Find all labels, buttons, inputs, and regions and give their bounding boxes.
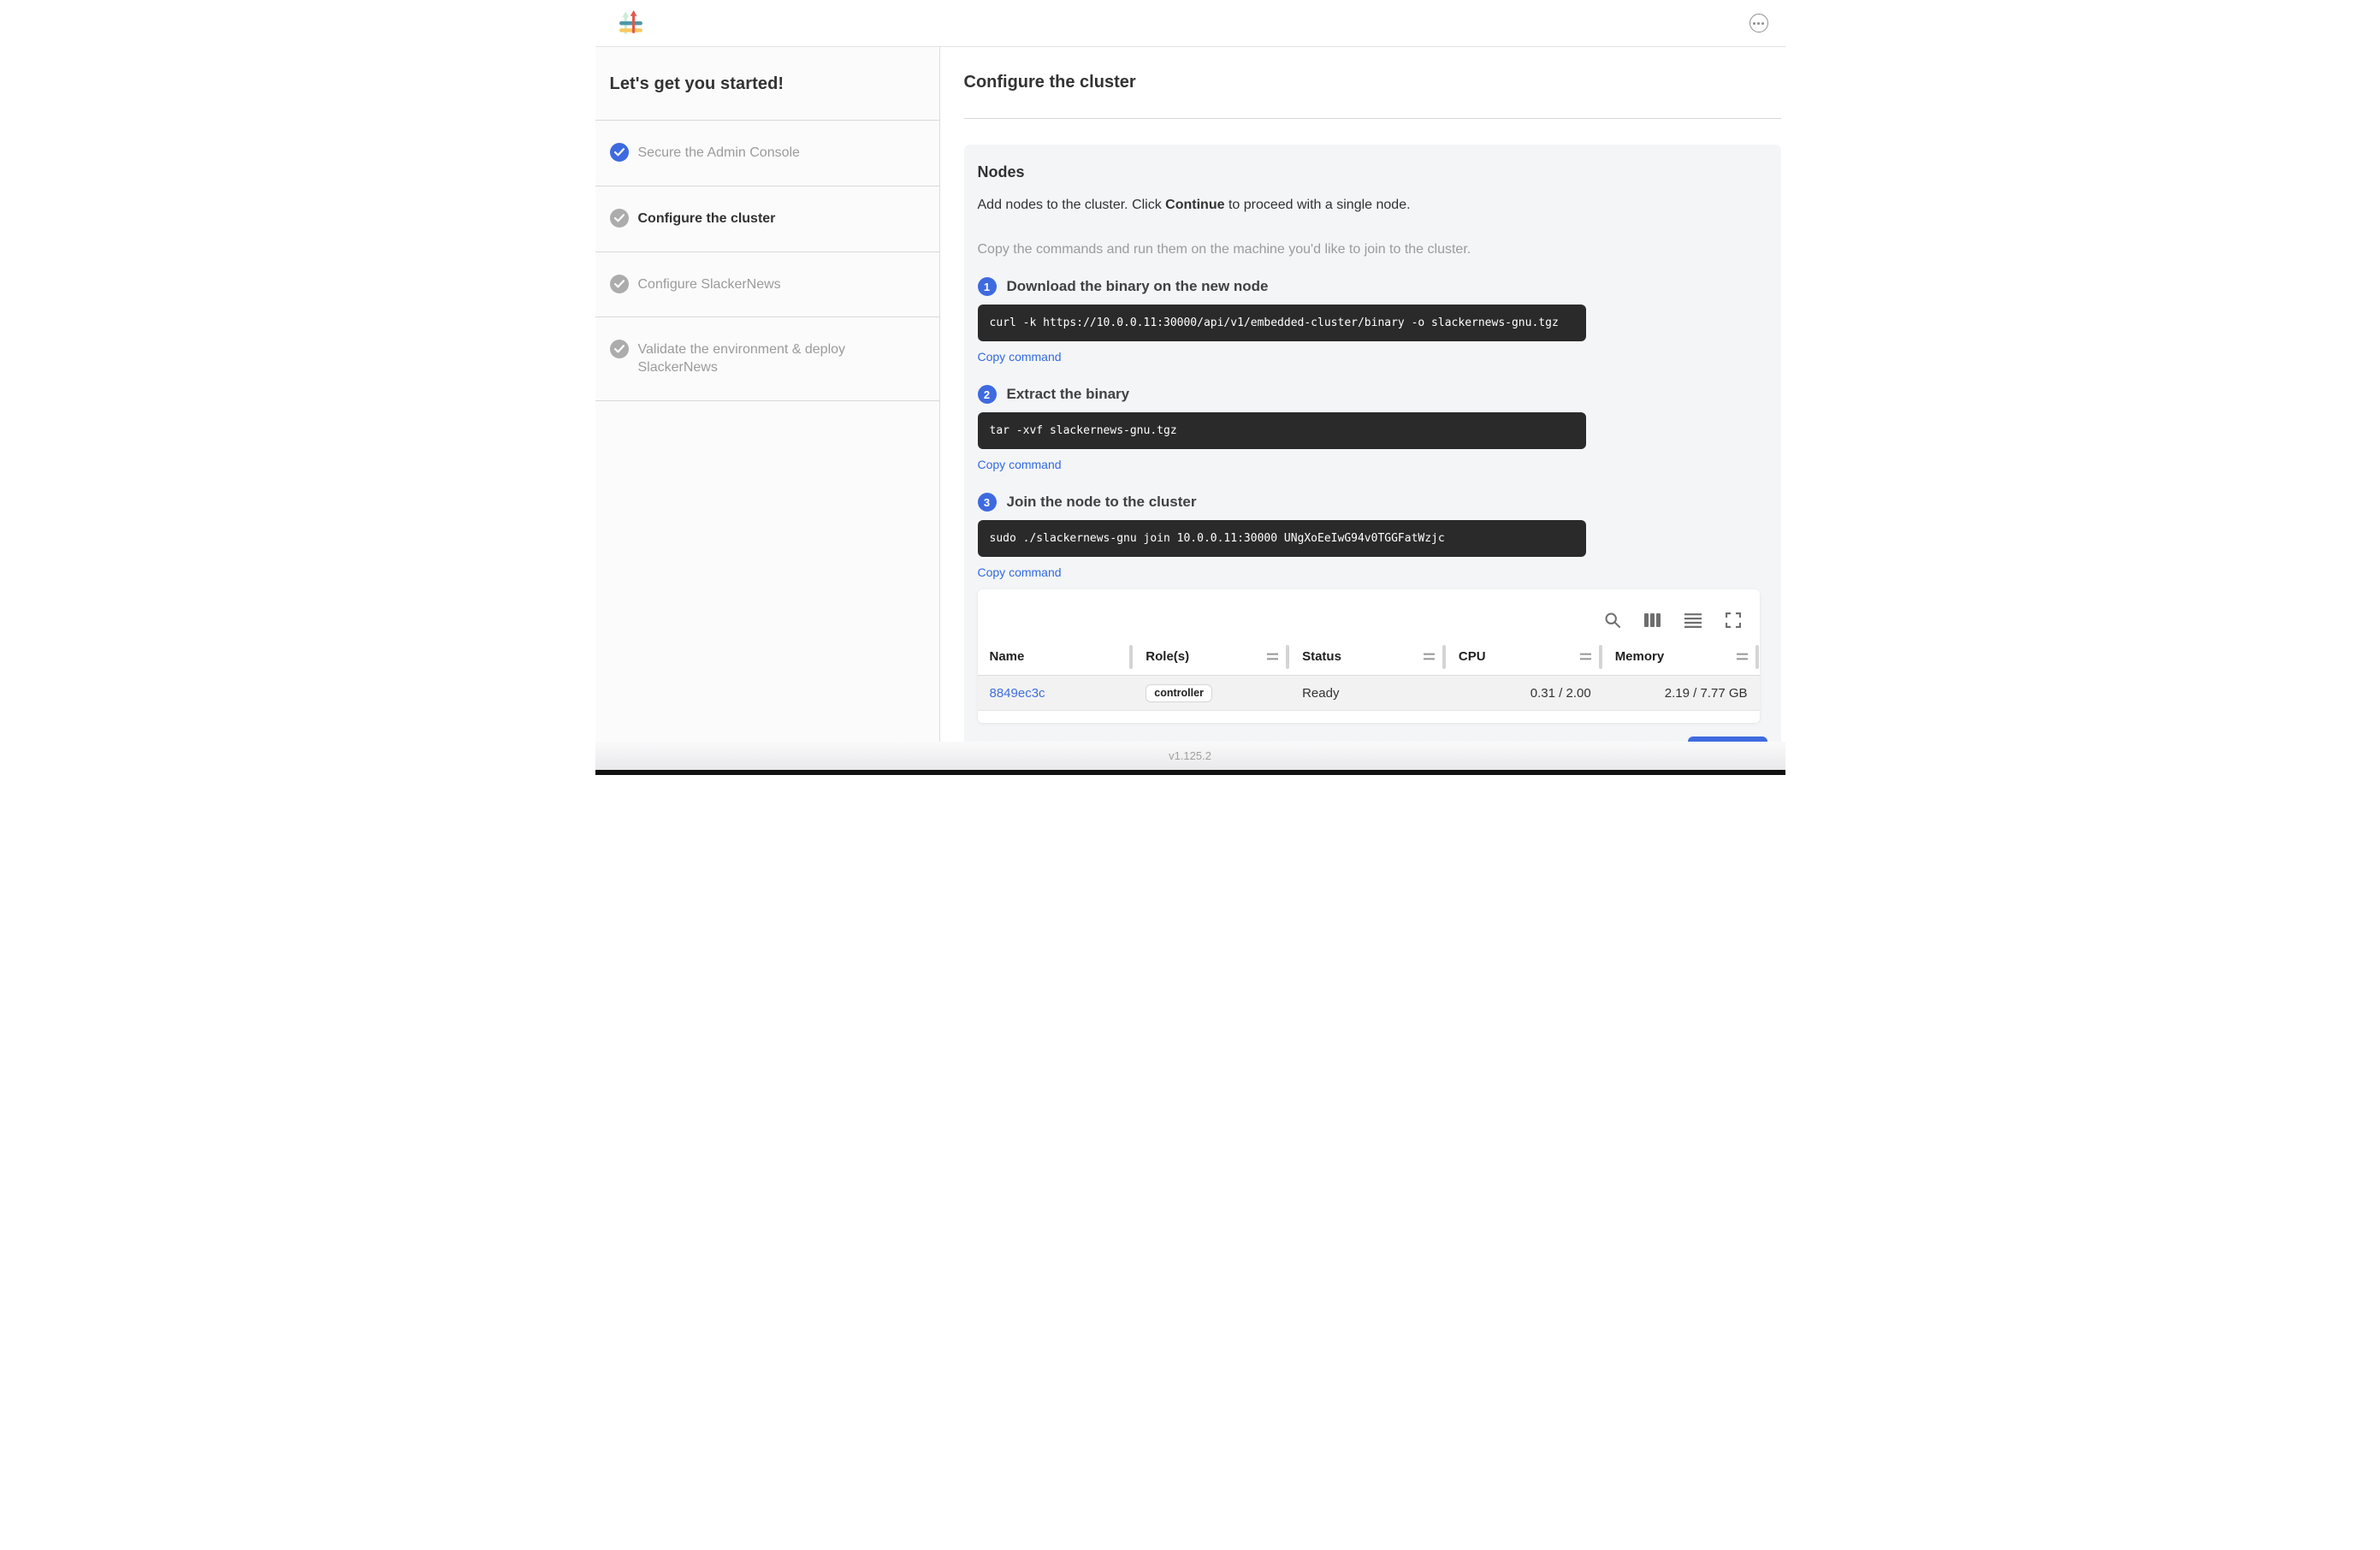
node-name-cell: 8849ec3c [978, 676, 1134, 710]
sidebar-step-configure-cluster[interactable]: Configure the cluster [595, 186, 939, 251]
nodes-card: Nodes Add nodes to the cluster. Click Co… [964, 145, 1781, 775]
join-step-title: Extract the binary [1007, 386, 1130, 403]
sidebar-title: Let's get you started! [595, 47, 939, 120]
table-row: 8849ec3c controller Ready 0.31 / 2.00 2.… [978, 676, 1760, 711]
join-step-2-header: 2 Extract the binary [978, 385, 1767, 404]
ellipsis-menu-icon[interactable] [1749, 14, 1768, 33]
main-panel: Configure the cluster Nodes Add nodes to… [940, 47, 1785, 742]
sidebar-step-secure-admin-console[interactable]: Secure the Admin Console [595, 120, 939, 186]
page-title: Configure the cluster [964, 73, 1781, 92]
top-bar [595, 0, 1785, 47]
join-step-3-header: 3 Join the node to the cluster [978, 493, 1767, 512]
command-code-block-download: curl -k https://10.0.0.11:30000/api/v1/e… [978, 305, 1586, 341]
sidebar-step-validate-deploy[interactable]: Validate the environment & deploy Slacke… [595, 317, 939, 401]
check-circle-pending-icon [610, 209, 629, 228]
view-columns-icon[interactable] [1644, 612, 1661, 629]
title-divider [964, 118, 1781, 119]
step-number-badge: 3 [978, 493, 997, 512]
column-header-roles[interactable]: Role(s) [1134, 638, 1290, 675]
command-code-block-extract: tar -xvf slackernews-gnu.tgz [978, 412, 1586, 449]
table-header-row: Name Role(s) Status [978, 638, 1760, 676]
join-step-title: Join the node to the cluster [1007, 494, 1197, 511]
copy-command-link-3[interactable]: Copy command [978, 565, 1062, 579]
column-header-name[interactable]: Name [978, 638, 1134, 675]
table-bottom-spacer [978, 711, 1760, 723]
copy-commands-hint: Copy the commands and run them on the ma… [978, 242, 1767, 257]
nodes-card-title: Nodes [978, 163, 1767, 181]
check-circle-complete-icon [610, 143, 629, 162]
step-number-badge: 2 [978, 385, 997, 404]
column-header-status[interactable]: Status [1290, 638, 1447, 675]
column-header-memory[interactable]: Memory [1603, 638, 1760, 675]
sidebar-step-label: Configure SlackerNews [638, 275, 781, 294]
command-code-block-join: sudo ./slackernews-gnu join 10.0.0.11:30… [978, 520, 1586, 557]
search-icon[interactable] [1604, 612, 1621, 629]
sidebar-step-label: Secure the Admin Console [638, 144, 800, 163]
content-row: Let's get you started! Secure the Admin … [595, 47, 1785, 742]
slackernews-logo-icon [619, 10, 644, 36]
node-memory-cell: 2.19 / 7.77 GB [1603, 676, 1760, 710]
column-menu-icon [1267, 653, 1278, 660]
role-chip: controller [1146, 684, 1212, 702]
setup-steps-sidebar: Let's get you started! Secure the Admin … [595, 47, 940, 742]
sidebar-step-label: Configure the cluster [638, 210, 776, 228]
node-cpu-cell: 0.31 / 2.00 [1447, 676, 1603, 710]
sidebar-step-configure-slackernews[interactable]: Configure SlackerNews [595, 251, 939, 317]
admin-console-page: Let's get you started! Secure the Admin … [595, 0, 1785, 775]
node-name-link[interactable]: 8849ec3c [990, 686, 1045, 701]
column-menu-icon [1424, 653, 1435, 660]
node-status-cell: Ready [1290, 676, 1447, 710]
nodes-intro-text: Add nodes to the cluster. Click Continue… [978, 198, 1767, 213]
check-circle-pending-icon [610, 275, 629, 293]
footer: v1.125.2 [595, 742, 1785, 770]
version-label: v1.125.2 [1169, 749, 1211, 762]
column-header-cpu[interactable]: CPU [1447, 638, 1603, 675]
density-icon[interactable] [1684, 612, 1702, 629]
sidebar-step-label: Validate the environment & deploy Slacke… [638, 340, 925, 377]
column-menu-icon [1580, 653, 1591, 660]
copy-command-link-2[interactable]: Copy command [978, 458, 1062, 471]
node-roles-cell: controller [1134, 676, 1290, 710]
column-menu-icon [1737, 653, 1748, 660]
column-resize-handle[interactable] [1442, 645, 1446, 669]
column-resize-handle[interactable] [1599, 645, 1602, 669]
fullscreen-icon[interactable] [1725, 612, 1742, 629]
bottom-edge-strip [595, 770, 1785, 775]
nodes-table: Name Role(s) Status [978, 589, 1760, 723]
check-circle-pending-icon [610, 340, 629, 358]
column-resize-handle[interactable] [1129, 645, 1133, 669]
step-number-badge: 1 [978, 277, 997, 296]
column-resize-handle[interactable] [1755, 645, 1759, 669]
column-resize-handle[interactable] [1286, 645, 1289, 669]
join-step-1-header: 1 Download the binary on the new node [978, 277, 1767, 296]
join-step-title: Download the binary on the new node [1007, 278, 1269, 295]
table-toolbar [978, 589, 1760, 638]
copy-command-link-1[interactable]: Copy command [978, 350, 1062, 364]
